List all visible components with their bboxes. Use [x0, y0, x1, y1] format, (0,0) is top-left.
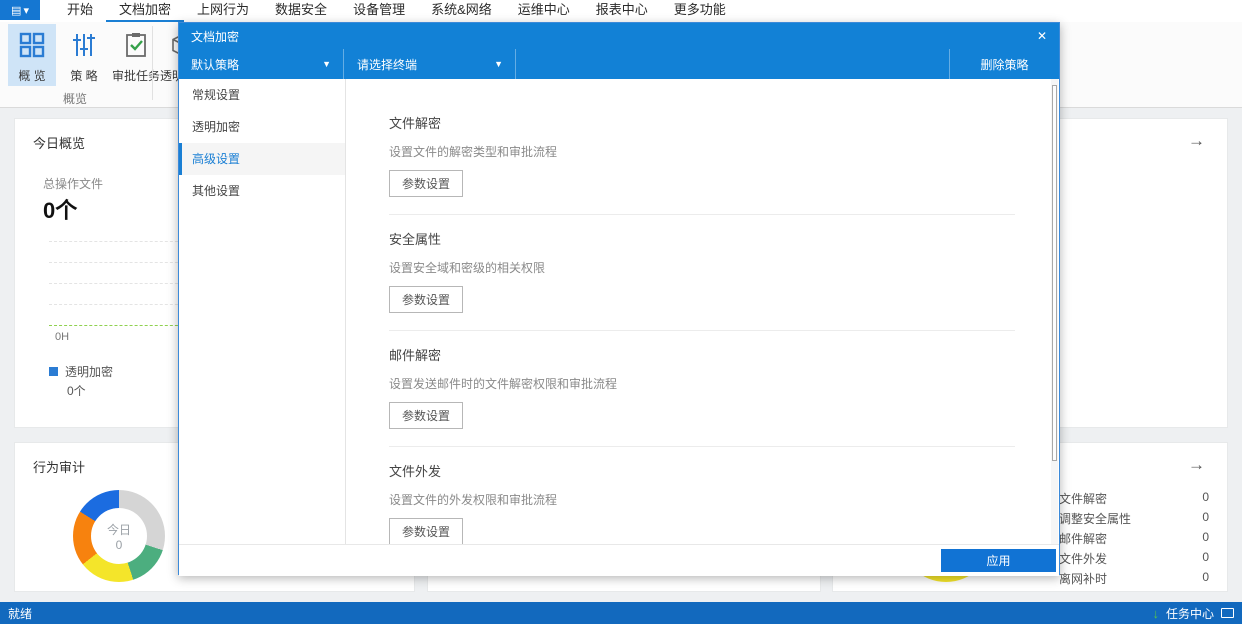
apply-button[interactable]: 应用 [941, 549, 1056, 572]
arrow-right-icon[interactable]: → [1188, 455, 1205, 475]
menu-item-report-center[interactable]: 报表中心 [583, 0, 661, 22]
download-arrow-icon: ↓ [1152, 605, 1159, 621]
action-row: 离网补时 0 [1059, 570, 1209, 587]
menu-bar: ▤ ▾ 开始 文档加密 上网行为 数据安全 设备管理 系统&网络 运维中心 报表… [0, 0, 1242, 22]
dialog-footer: 应用 [179, 544, 1059, 576]
dialog-title-bar: 文档加密 ✕ [179, 23, 1059, 49]
select-terminal-dropdown[interactable]: 请选择终端 ▼ [345, 49, 516, 79]
dialog-content: 文件解密 设置文件的解密类型和审批流程 参数设置 安全属性 设置安全域和密级的相… [346, 79, 1055, 544]
status-bar: 就绪 ↓ 任务中心 [0, 602, 1242, 624]
app-menu-icon: ▤ [11, 4, 22, 17]
arrow-right-icon[interactable]: → [1188, 131, 1205, 151]
chevron-down-icon: ▼ [322, 59, 331, 69]
ribbon-tile-label: 概 览 [18, 69, 46, 83]
overview-grid-icon [19, 32, 45, 61]
panel-title: 今日概览 [33, 136, 86, 151]
ribbon-group-divider [152, 26, 153, 100]
sidebar-item-other-settings[interactable]: 其他设置 [179, 175, 345, 207]
panel-title: 行为审计 [33, 460, 86, 475]
sidebar-item-advanced-settings[interactable]: 高级设置 [179, 143, 345, 175]
action-value: 0 [1202, 570, 1209, 584]
section-title: 安全属性 [389, 232, 442, 247]
parameter-settings-button[interactable]: 参数设置 [389, 170, 464, 197]
menu-item-start[interactable]: 开始 [54, 0, 106, 22]
dropdown-value: 默认策略 [191, 57, 240, 72]
section-title: 文件解密 [389, 116, 442, 131]
menu-item-device-mgmt[interactable]: 设备管理 [340, 0, 418, 22]
action-value: 0 [1202, 530, 1209, 544]
section-file-decryption: 文件解密 设置文件的解密类型和审批流程 参数设置 [389, 113, 1055, 215]
parameter-settings-button[interactable]: 参数设置 [389, 518, 464, 544]
task-center-button[interactable]: 任务中心 [1166, 605, 1214, 622]
dialog-title: 文档加密 [191, 29, 240, 44]
ribbon-tile-label: 策 略 [70, 69, 98, 83]
action-label: 离网补时 [1059, 572, 1108, 586]
metric-label: 总操作文件 [43, 177, 104, 191]
section-description: 设置文件的外发权限和审批流程 [389, 493, 558, 507]
document-encryption-dialog: 文档加密 ✕ 默认策略 ▼ 请选择终端 ▼ 删除策略 常规设置 透明加密 高级设… [178, 22, 1060, 576]
sliders-icon [71, 32, 97, 61]
section-description: 设置安全域和密级的相关权限 [389, 261, 546, 275]
menu-item-more[interactable]: 更多功能 [661, 0, 739, 22]
action-label: 调整安全属性 [1059, 512, 1132, 526]
app-menu-button[interactable]: ▤ ▾ [0, 0, 40, 20]
menu-item-ops-center[interactable]: 运维中心 [505, 0, 583, 22]
behavior-audit-donut-chart: 今日 0 [73, 490, 165, 582]
x-axis-tick-label: 0H [55, 331, 70, 343]
action-label: 文件外发 [1059, 552, 1108, 566]
status-ready-text: 就绪 [8, 606, 33, 621]
legend-value: 0个 [67, 384, 86, 398]
dialog-sidebar: 常规设置 透明加密 高级设置 其他设置 [179, 79, 346, 544]
menu-item-web-behavior[interactable]: 上网行为 [184, 0, 262, 22]
section-title: 邮件解密 [389, 348, 442, 363]
section-security-attributes: 安全属性 设置安全域和密级的相关权限 参数设置 [389, 229, 1055, 331]
action-value: 0 [1202, 550, 1209, 564]
ribbon-tile-overview[interactable]: 概 览 [8, 24, 56, 86]
action-row: 邮件解密 0 [1059, 530, 1209, 547]
section-description: 设置文件的解密类型和审批流程 [389, 145, 558, 159]
legend-label: 透明加密 [65, 365, 114, 379]
section-divider [389, 214, 1015, 215]
donut-center-value: 0 [115, 537, 123, 552]
menu-items: 开始 文档加密 上网行为 数据安全 设备管理 系统&网络 运维中心 报表中心 更… [54, 0, 739, 22]
clipboard-check-icon [123, 32, 149, 61]
caret-down-icon: ▾ [23, 4, 29, 17]
dialog-toolbar: 默认策略 ▼ 请选择终端 ▼ 删除策略 [179, 49, 1059, 79]
section-description: 设置发送邮件时的文件解密权限和审批流程 [389, 377, 618, 391]
monitor-icon[interactable] [1221, 608, 1234, 618]
ribbon-tile-approval-tasks[interactable]: 审批任务 [110, 24, 162, 86]
action-row: 文件解密 0 [1059, 490, 1209, 507]
donut-center-label: 今日 [106, 522, 131, 537]
menu-item-doc-encryption[interactable]: 文档加密 [106, 0, 185, 22]
section-title: 文件外发 [389, 464, 442, 479]
close-icon[interactable]: ✕ [1037, 29, 1047, 43]
default-policy-dropdown[interactable]: 默认策略 ▼ [179, 49, 344, 79]
delete-policy-button[interactable]: 删除策略 [949, 49, 1059, 79]
legend-swatch-blue [49, 367, 58, 376]
dropdown-value: 请选择终端 [357, 57, 418, 72]
parameter-settings-button[interactable]: 参数设置 [389, 402, 464, 429]
metric-value: 0个 [43, 198, 78, 223]
section-mail-decryption: 邮件解密 设置发送邮件时的文件解密权限和审批流程 参数设置 [389, 345, 1055, 447]
scrollbar-thumb[interactable] [1052, 85, 1057, 461]
sidebar-item-transparent-encryption[interactable]: 透明加密 [179, 111, 345, 143]
section-file-outgoing: 文件外发 设置文件的外发权限和审批流程 参数设置 [389, 461, 1055, 544]
ribbon-tile-policy[interactable]: 策 略 [60, 24, 108, 86]
ribbon-group-label: 概览 [62, 92, 87, 106]
chevron-down-icon: ▼ [494, 59, 503, 69]
sidebar-item-general-settings[interactable]: 常规设置 [179, 79, 345, 111]
action-value: 0 [1202, 490, 1209, 504]
section-divider [389, 446, 1015, 447]
action-label: 文件解密 [1059, 492, 1108, 506]
action-value: 0 [1202, 510, 1209, 524]
action-row: 调整安全属性 0 [1059, 510, 1209, 527]
action-label: 邮件解密 [1059, 532, 1108, 546]
menu-item-data-security[interactable]: 数据安全 [262, 0, 340, 22]
menu-item-system-network[interactable]: 系统&网络 [418, 0, 505, 22]
section-divider [389, 330, 1015, 331]
parameter-settings-button[interactable]: 参数设置 [389, 286, 464, 313]
action-row: 文件外发 0 [1059, 550, 1209, 567]
